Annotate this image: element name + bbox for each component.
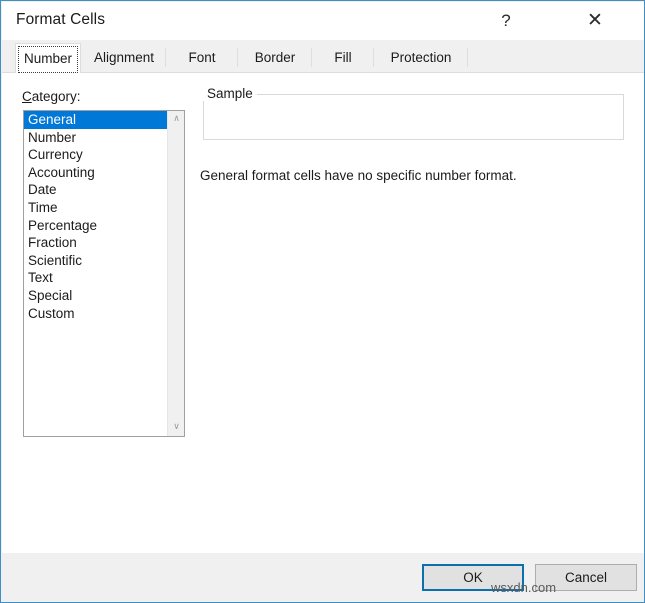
tab-fill[interactable]: Fill xyxy=(312,43,374,72)
tab-number[interactable]: Number xyxy=(15,43,81,73)
sample-groupbox xyxy=(203,94,624,140)
tab-fill-label: Fill xyxy=(334,50,351,65)
list-item[interactable]: Custom xyxy=(24,305,168,323)
list-item[interactable]: Percentage xyxy=(24,217,168,235)
category-scrollbar[interactable]: ∧ ∨ xyxy=(167,111,184,436)
tab-protection[interactable]: Protection xyxy=(374,43,468,72)
question-mark-icon: ? xyxy=(483,3,529,39)
watermark: wsxdn.com xyxy=(491,580,556,595)
list-item[interactable]: Accounting xyxy=(24,164,168,182)
dialog-title: Format Cells xyxy=(16,11,105,29)
tab-alignment-label: Alignment xyxy=(94,50,154,65)
format-description: General format cells have no specific nu… xyxy=(200,168,517,183)
list-item[interactable]: Special xyxy=(24,287,168,305)
list-item[interactable]: Date xyxy=(24,181,168,199)
scroll-down-icon[interactable]: ∨ xyxy=(168,419,185,436)
list-item[interactable]: Currency xyxy=(24,146,168,164)
number-tab-panel: Category: General Number Currency Accoun… xyxy=(2,72,645,553)
sample-legend: Sample xyxy=(203,86,257,101)
list-item[interactable]: Fraction xyxy=(24,234,168,252)
category-listbox[interactable]: General Number Currency Accounting Date … xyxy=(23,110,185,437)
tab-font[interactable]: Font xyxy=(166,43,238,72)
dialog-footer: OK Cancel wsxdn.com xyxy=(2,553,645,603)
tab-focus-ring xyxy=(18,46,78,73)
title-bar: Format Cells ? ✕ xyxy=(2,2,645,40)
tab-protection-label: Protection xyxy=(391,50,452,65)
list-item[interactable]: General xyxy=(24,111,168,129)
tab-separator xyxy=(467,48,468,67)
list-item[interactable]: Number xyxy=(24,129,168,147)
tab-border-label: Border xyxy=(255,50,296,65)
tab-border[interactable]: Border xyxy=(238,43,312,72)
format-cells-dialog: Format Cells ? ✕ Number Alignment Font B… xyxy=(0,0,645,603)
close-icon: ✕ xyxy=(572,3,618,39)
category-label: Category: xyxy=(22,89,81,104)
category-label-accel: C xyxy=(22,89,32,104)
list-item[interactable]: Time xyxy=(24,199,168,217)
list-item[interactable]: Scientific xyxy=(24,252,168,270)
scroll-up-icon[interactable]: ∧ xyxy=(168,111,185,128)
close-button[interactable]: ✕ xyxy=(572,3,618,39)
category-label-rest: ategory: xyxy=(32,89,81,104)
tab-strip: Number Alignment Font Border Fill Protec… xyxy=(2,40,645,73)
category-list-items: General Number Currency Accounting Date … xyxy=(24,111,168,322)
tab-alignment[interactable]: Alignment xyxy=(82,43,166,72)
tab-font-label: Font xyxy=(188,50,215,65)
list-item[interactable]: Text xyxy=(24,269,168,287)
help-button[interactable]: ? xyxy=(483,3,529,39)
